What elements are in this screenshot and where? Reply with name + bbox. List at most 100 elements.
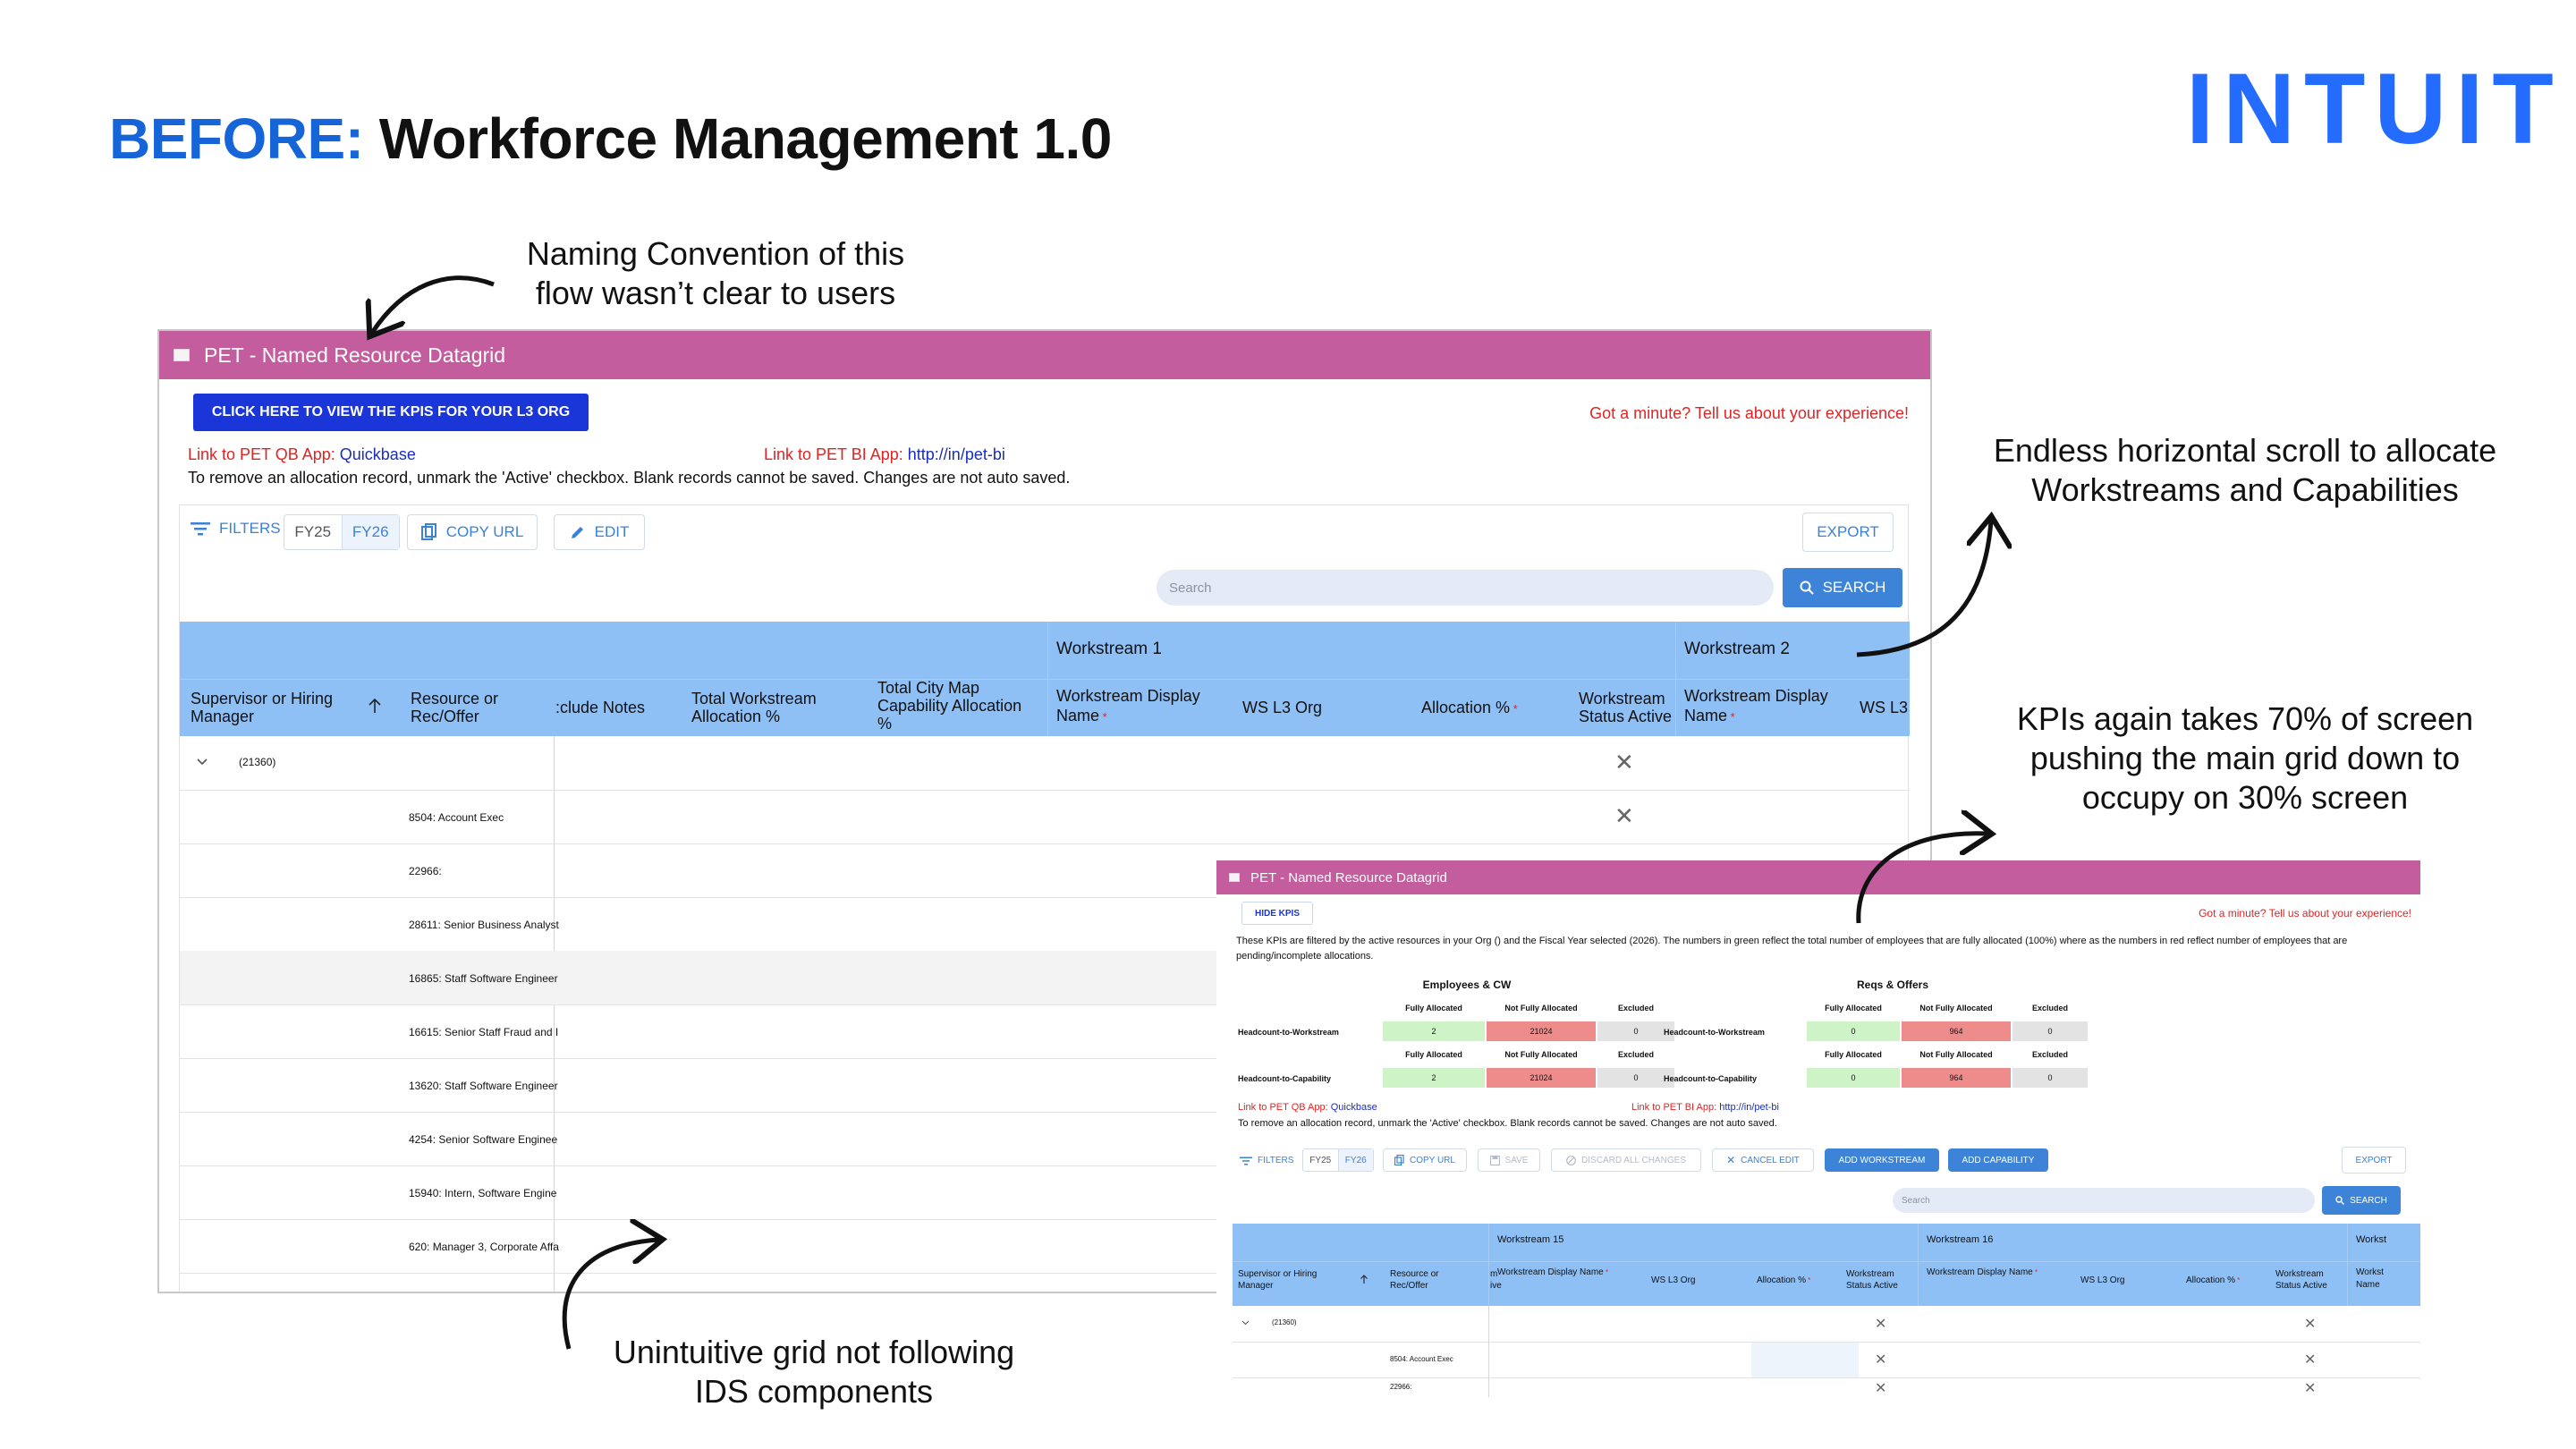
export-button[interactable]: EXPORT — [2342, 1147, 2406, 1174]
col-ws16-l3-org[interactable]: WS L3 Org — [2080, 1275, 2124, 1285]
resource-cell: 8504: Account Exec — [409, 811, 504, 824]
fy25-toggle[interactable]: FY25 — [284, 515, 343, 549]
col-resource[interactable]: Resource or Rec/Offer — [1390, 1268, 1462, 1292]
grid-body: (21360) ✕ ✕ 8504: Account Exec ✕ ✕ 22966… — [1233, 1306, 2420, 1397]
search-button[interactable]: SEARCH — [1783, 568, 1902, 607]
col-exclude-notes[interactable]: :clude Notes — [555, 699, 645, 717]
resource-cell: 620: Manager 3, Corporate Affa — [409, 1241, 559, 1253]
view-kpis-button[interactable]: CLICK HERE TO VIEW THE KPIS FOR YOUR L3 … — [193, 394, 589, 431]
filters-label: FILTERS — [1258, 1156, 1294, 1165]
col-ws2-l3-org[interactable]: WS L3 — [1860, 699, 1908, 717]
save-button[interactable]: SAVE — [1478, 1148, 1540, 1172]
sort-up-icon[interactable] — [1360, 1274, 1368, 1284]
col-ws-status[interactable]: Workstream Status Active — [1846, 1268, 1918, 1292]
chevron-down-icon[interactable] — [196, 758, 208, 767]
col-ws2-display-name[interactable]: Workstream Display Name * — [1684, 686, 1845, 727]
title-main: Workforce Management 1.0 — [378, 106, 1113, 171]
col-total-city-map[interactable]: Total City Map Capability Allocation % — [877, 679, 1038, 733]
kpi-value-green: 0 — [1807, 1021, 1900, 1041]
table-row[interactable]: 22966: ✕ ✕ — [1233, 1377, 2420, 1397]
col-ws-status[interactable]: Workstream Status Active — [1579, 690, 1686, 725]
add-workstream-button[interactable]: ADD WORKSTREAM — [1825, 1148, 1939, 1172]
copy-url-button[interactable]: COPY URL — [1383, 1148, 1467, 1172]
close-icon[interactable]: ✕ — [2304, 1315, 2316, 1333]
close-icon[interactable]: ✕ — [1614, 749, 1634, 776]
export-button[interactable]: EXPORT — [1802, 513, 1894, 552]
annotation-grid-line2: IDS components — [694, 1373, 934, 1410]
hide-kpis-button[interactable]: HIDE KPIS — [1241, 902, 1313, 925]
edit-button[interactable]: EDIT — [554, 514, 645, 550]
close-icon[interactable]: ✕ — [1875, 1379, 1886, 1397]
add-capability-button[interactable]: ADD CAPABILITY — [1948, 1148, 2048, 1172]
col-allocation-label: Allocation % — [1421, 699, 1511, 716]
col-allocation-label: Allocation % — [1757, 1275, 1807, 1285]
filters-button[interactable]: FILTERS — [191, 520, 281, 538]
kpi-value-red: 964 — [1902, 1068, 2011, 1088]
col-ws-display-name[interactable]: Workstream Display Name * — [1497, 1267, 1623, 1279]
fy26-toggle[interactable]: FY26 — [342, 515, 399, 549]
resource-cell: 16615: Senior Staff Fraud and I — [409, 1026, 559, 1038]
close-icon[interactable]: ✕ — [2304, 1351, 2316, 1368]
fy25-toggle[interactable]: FY25 — [1303, 1149, 1339, 1171]
close-icon[interactable]: ✕ — [1875, 1351, 1886, 1368]
title-prefix: BEFORE: — [109, 106, 364, 171]
col-ws16-allocation[interactable]: Allocation % * — [2186, 1275, 2240, 1285]
col-ws16-status[interactable]: Workstream Status Active — [2275, 1268, 2347, 1292]
qb-link[interactable]: Quickbase — [340, 445, 416, 463]
table-row[interactable]: (21360) ✕ — [180, 736, 1910, 790]
filter-icon — [191, 522, 210, 536]
close-icon[interactable]: ✕ — [1875, 1315, 1886, 1333]
col-ws16-allocation-label: Allocation % — [2186, 1275, 2236, 1285]
sort-up-icon[interactable] — [368, 697, 382, 715]
fy26-toggle[interactable]: FY26 — [1338, 1149, 1373, 1171]
bi-link[interactable]: http://in/pet-bi — [908, 445, 1005, 463]
col-ws-l3-org[interactable]: WS L3 Org — [1651, 1275, 1695, 1285]
table-row[interactable]: 8504: Account Exec ✕ ✕ — [1233, 1342, 2420, 1377]
cancel-edit-button[interactable]: ✕ CANCEL EDIT — [1712, 1148, 1814, 1172]
kpi-col-header: Excluded — [1617, 1050, 1654, 1059]
discard-icon — [1566, 1155, 1576, 1165]
col-supervisor[interactable]: Supervisor or Hiring Manager — [191, 690, 360, 725]
close-icon[interactable]: ✕ — [2304, 1379, 2316, 1397]
col-supervisor[interactable]: Supervisor or Hiring Manager — [1238, 1268, 1345, 1292]
group-workstream-16: Workstream 16 — [1927, 1234, 1994, 1245]
filters-button[interactable]: FILTERS — [1240, 1156, 1293, 1165]
table-row[interactable]: (21360) ✕ ✕ — [1233, 1306, 2420, 1342]
kpi-value-red: 21024 — [1487, 1068, 1596, 1088]
bi-link[interactable]: http://in/pet-bi — [1719, 1102, 1779, 1113]
col-total-workstream[interactable]: Total Workstream Allocation % — [691, 690, 852, 725]
col-clipped-bottom: ive — [1490, 1281, 1502, 1291]
col-resource[interactable]: Resource or Rec/Offer — [411, 690, 527, 725]
copy-url-button[interactable]: COPY URL — [407, 514, 538, 550]
feedback-link[interactable]: Got a minute? Tell us about your experie… — [2199, 907, 2411, 919]
resource-cell: 22966: — [409, 865, 442, 877]
annotation-scroll-line2: Workstreams and Capabilities — [2031, 471, 2459, 508]
resource-cell: 22966: — [1390, 1383, 1412, 1391]
kpi-col-header: Not Fully Allocated — [1919, 1050, 1993, 1059]
discard-changes-button[interactable]: DISCARD ALL CHANGES — [1551, 1148, 1701, 1172]
table-row[interactable]: 8504: Account Exec ✕ — [180, 790, 1910, 843]
col-ws-l3-org[interactable]: WS L3 Org — [1242, 699, 1322, 717]
chevron-down-icon[interactable] — [1241, 1320, 1250, 1326]
search-button[interactable]: SEARCH — [2322, 1186, 2401, 1215]
group-row-id: (21360) — [1272, 1318, 1297, 1326]
search-input[interactable]: Search — [1893, 1188, 2315, 1213]
search-input[interactable]: Search — [1157, 570, 1774, 606]
fy-toggle: FY25 FY26 — [284, 514, 400, 550]
col-allocation[interactable]: Allocation % * — [1757, 1275, 1810, 1285]
resource-cell: 15940: Intern, Software Engine — [409, 1187, 557, 1199]
col-ws16-display-name[interactable]: Workstream Display Name * — [1927, 1267, 2052, 1279]
kpi-row-label: Headcount-to-Capability — [1238, 1074, 1332, 1083]
broken-image-icon — [174, 349, 190, 361]
close-icon[interactable]: ✕ — [1614, 802, 1634, 830]
group-workstream-17: Workst — [2356, 1234, 2387, 1245]
resource-cell: 16865: Staff Software Engineer — [409, 972, 558, 985]
col-ws-display-name-label: Workstream Display Name — [1497, 1267, 1604, 1277]
kpi-col-header: Excluded — [2031, 1050, 2068, 1059]
col-ws-display-name[interactable]: Workstream Display Name * — [1056, 686, 1217, 727]
feedback-link[interactable]: Got a minute? Tell us about your experie… — [1589, 404, 1909, 423]
col-allocation[interactable]: Allocation % * — [1421, 699, 1518, 717]
kpi-value-red: 21024 — [1487, 1021, 1596, 1041]
qb-link[interactable]: Quickbase — [1331, 1102, 1377, 1113]
col-ws17-partial[interactable]: Workst Name — [2356, 1267, 2410, 1292]
